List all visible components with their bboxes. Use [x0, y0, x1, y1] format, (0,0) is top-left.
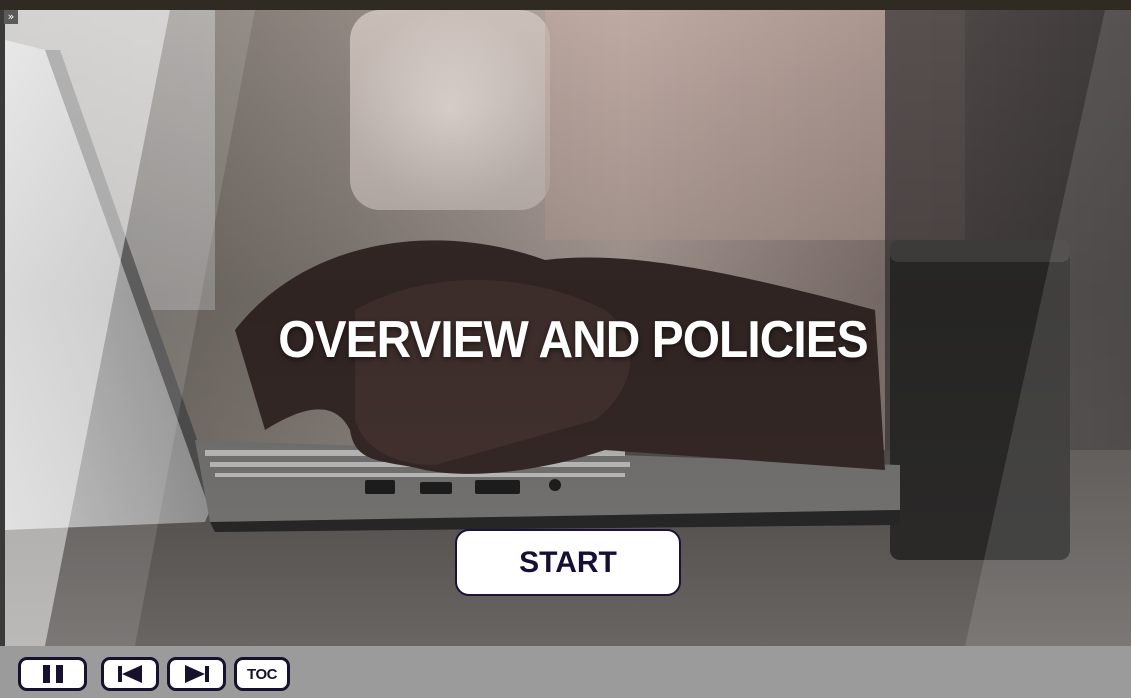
- previous-slide-button[interactable]: [101, 657, 159, 691]
- pause-button[interactable]: [18, 657, 87, 691]
- table-of-contents-button[interactable]: TOC: [234, 657, 290, 691]
- skip-forward-icon: [184, 665, 209, 683]
- sidebar-toggle-icon[interactable]: »: [4, 10, 18, 24]
- start-button[interactable]: START: [455, 529, 681, 596]
- pause-icon: [42, 665, 63, 683]
- top-bar: [0, 0, 1131, 10]
- slide-title: OVERVIEW AND POLICIES: [278, 311, 868, 369]
- skip-back-icon: [118, 665, 142, 683]
- next-slide-button[interactable]: [167, 657, 226, 691]
- slide-canvas: OVERVIEW AND POLICIES START: [5, 10, 1131, 646]
- player-window: OVERVIEW AND POLICIES START » TOC: [0, 0, 1131, 698]
- toc-label: TOC: [247, 665, 277, 683]
- player-toolbar: TOC: [0, 646, 1131, 698]
